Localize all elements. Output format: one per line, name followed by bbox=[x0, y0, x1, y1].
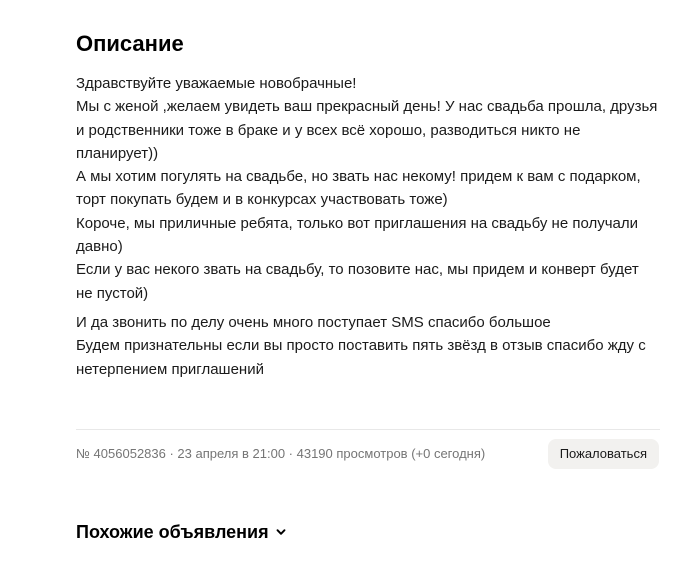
description-line: Мы с женой ,желаем увидеть ваш прекрасны… bbox=[76, 98, 658, 116]
similar-listings-title: Похожие объявления bbox=[76, 522, 269, 542]
description-line: Здравствуйте уважаемые новобрачные! bbox=[76, 75, 357, 92]
chevron-down-icon bbox=[275, 526, 287, 538]
description-line: торт покупать будем и в конкурсах участв… bbox=[76, 191, 448, 209]
description-line: И да звонить по делу очень много поступа… bbox=[76, 313, 551, 331]
description-title: Описание bbox=[76, 31, 184, 56]
description-line: Будем признательны если вы просто постав… bbox=[76, 337, 646, 355]
description-paragraph: И да звонить по делу очень много поступа… bbox=[76, 311, 660, 381]
description-line: Короче, мы приличные ребята, только вот … bbox=[76, 214, 639, 232]
description-paragraph: Здравствуйте уважаемые новобрачные! Мы с… bbox=[76, 72, 660, 305]
description-line: Если у вас некого звать на свадьбу, то п… bbox=[76, 261, 639, 279]
description-line: и родственники тоже в браке и у всех всё… bbox=[76, 121, 581, 139]
description-line: давно) bbox=[76, 238, 123, 256]
similar-listings-toggle[interactable]: Похожие объявления bbox=[76, 520, 287, 544]
description-text: Здравствуйте уважаемые новобрачные! Мы с… bbox=[76, 72, 660, 381]
description-line: планирует)) bbox=[76, 144, 159, 162]
description-line: А мы хотим погулять на свадьбе, но звать… bbox=[76, 168, 641, 186]
listing-meta-info: № 4056052836 · 23 апреля в 21:00 · 43190… bbox=[76, 446, 486, 461]
listing-meta-row: № 4056052836 · 23 апреля в 21:00 · 43190… bbox=[76, 439, 660, 469]
report-button[interactable]: Пожаловаться bbox=[547, 439, 659, 469]
description-line: не пустой) bbox=[76, 284, 149, 302]
description-line: нетерпением приглашений bbox=[76, 360, 264, 378]
divider bbox=[76, 429, 660, 430]
